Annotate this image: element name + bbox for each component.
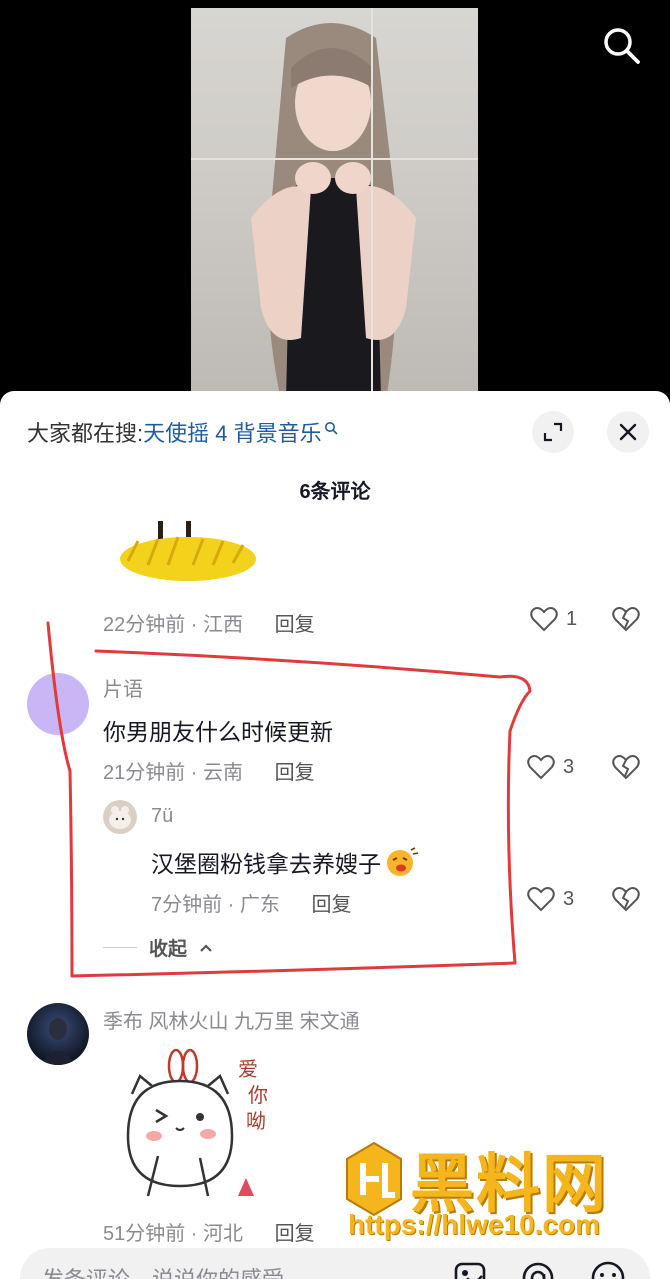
like-button[interactable]: 3: [527, 886, 574, 912]
reply-button[interactable]: 回复: [311, 894, 351, 916]
dislike-button[interactable]: [612, 886, 640, 917]
video-person-illustration: [251, 23, 416, 400]
expand-icon: [543, 422, 563, 442]
like-button[interactable]: 3: [527, 754, 574, 780]
broken-heart-icon: [612, 887, 640, 912]
heart-icon: [530, 607, 558, 632]
sticker-text: 爱: [238, 1057, 258, 1081]
wheat-sticker: [120, 521, 256, 581]
avatar[interactable]: [27, 673, 89, 735]
like-button[interactable]: 1: [530, 606, 577, 632]
close-button[interactable]: [607, 411, 649, 453]
image-icon[interactable]: [450, 1258, 490, 1279]
comment-meta: 21分钟前 · 云南: [103, 762, 244, 784]
svg-text:你: 你: [248, 1083, 268, 1107]
reply-avatar[interactable]: [103, 800, 137, 834]
trending-search-prefix: 大家都在搜:: [27, 421, 144, 446]
video-player[interactable]: [0, 0, 670, 400]
like-count: 3: [563, 887, 575, 910]
chevron-up-icon: [200, 943, 212, 952]
broken-heart-icon: [612, 607, 640, 632]
collapse-replies-button[interactable]: 收起: [103, 934, 213, 961]
reply-button[interactable]: 回复: [275, 614, 315, 636]
reply-button[interactable]: 回复: [275, 762, 315, 784]
reply-button[interactable]: 回复: [275, 1223, 315, 1245]
at-icon[interactable]: [518, 1258, 558, 1279]
reply-meta: 7分钟前 · 广东: [151, 894, 280, 916]
broken-heart-icon: [612, 755, 640, 780]
dislike-button[interactable]: [612, 606, 640, 637]
comment-text[interactable]: 你男朋友什么时候更新: [103, 713, 333, 747]
kiss-emoji-icon: [387, 847, 419, 876]
reply-text: 汉堡圈粉钱拿去养嫂子: [151, 851, 381, 877]
search-icon: [604, 28, 640, 64]
watermark-logo: [346, 1141, 402, 1217]
expand-button[interactable]: [532, 411, 574, 453]
reply-text-row[interactable]: 汉堡圈粉钱拿去养嫂子: [151, 845, 419, 879]
comment-author[interactable]: 季布 风林火山 九万里 宋文通: [103, 1005, 360, 1034]
heart-icon: [527, 755, 555, 780]
trending-search[interactable]: 大家都在搜:天使摇 4 背景音乐: [27, 415, 338, 448]
trending-search-keyword[interactable]: 天使摇 4 背景音乐: [143, 421, 321, 446]
avatar[interactable]: [27, 1003, 89, 1065]
collapse-label: 收起: [149, 939, 188, 960]
collapse-divider: [103, 947, 137, 948]
small-search-icon: [324, 415, 338, 441]
dislike-button[interactable]: [612, 754, 640, 785]
comment-author[interactable]: 片语: [103, 673, 143, 702]
svg-text:呦: 呦: [246, 1109, 266, 1133]
like-count: 3: [563, 755, 575, 778]
search-button[interactable]: [600, 24, 642, 66]
comment-input[interactable]: 发条评论，说说你的感受: [20, 1248, 650, 1279]
video-frame[interactable]: [191, 8, 478, 400]
heart-icon: [527, 887, 555, 912]
comment-count: 6条评论: [299, 481, 371, 503]
close-icon: [619, 423, 637, 441]
emoji-icon[interactable]: [588, 1258, 628, 1279]
reply-author[interactable]: 7ü: [151, 805, 173, 828]
comment-meta: 22分钟前 · 江西: [103, 614, 244, 636]
love-you-sticker: 爱 你 呦: [126, 1048, 268, 1197]
comment-meta: 51分钟前 · 河北: [103, 1223, 244, 1245]
like-count: 1: [566, 607, 578, 630]
watermark-url: https://hlwe10.com: [348, 1209, 601, 1240]
comments-sheet: 大家都在搜:天使摇 4 背景音乐 6条评论 22分钟前 · 江西 回复 1 片语…: [0, 391, 670, 1279]
comment-input-placeholder: 发条评论，说说你的感受: [42, 1262, 284, 1279]
